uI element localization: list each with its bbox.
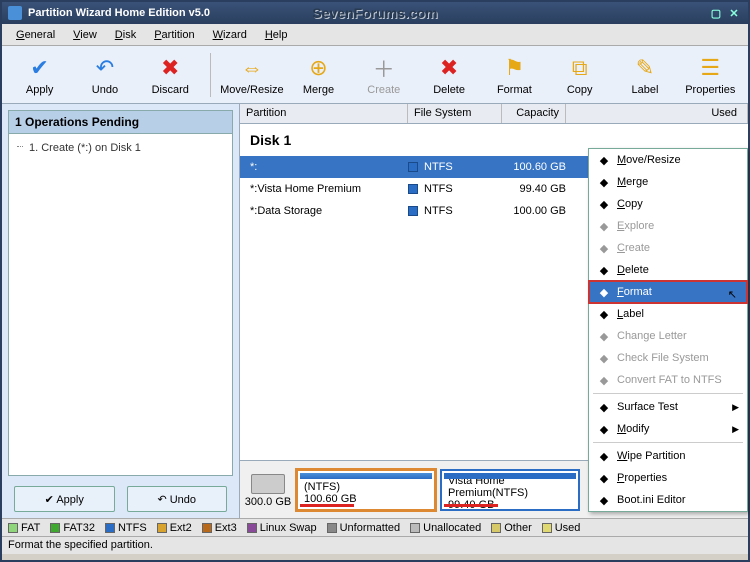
toolbar: ✔Apply↶Undo✖Discard ⇔Move/Resize⊕Merge＋Cr… (2, 46, 748, 104)
tool-apply[interactable]: ✔Apply (10, 52, 69, 98)
disk-icon: 300.0 GB (244, 472, 292, 508)
col-partition[interactable]: Partition (240, 104, 408, 123)
col-filesystem[interactable]: File System (408, 104, 502, 123)
menu-view[interactable]: View (65, 27, 105, 43)
tool-label[interactable]: ✎Label (615, 52, 674, 98)
context-menu: ◆Move/Resize◆Merge◆Copy◆Explore◆Create◆D… (588, 148, 748, 512)
ctx-copy[interactable]: ◆Copy (589, 193, 747, 215)
legend-ext: Ext2 (157, 522, 192, 534)
close-button[interactable]: ✕ (726, 7, 742, 20)
menubar: GeneralViewDiskPartitionWizardHelp (2, 24, 748, 46)
legend-ntfs: NTFS (105, 522, 147, 534)
menu-help[interactable]: Help (257, 27, 296, 43)
tool-copy[interactable]: ⧉Copy (550, 52, 609, 98)
ctx-wipepartition[interactable]: ◆Wipe Partition (589, 445, 747, 467)
ctx-bootinieditor[interactable]: ◆Boot.ini Editor (589, 489, 747, 511)
apply-button[interactable]: ✔ Apply (14, 486, 115, 512)
operations-list: 1. Create (*:) on Disk 1 (8, 134, 233, 476)
watermark: SevenForums.com (312, 5, 437, 21)
ctx-changeletter: ◆Change Letter (589, 325, 747, 347)
legend-ext: Ext3 (202, 522, 237, 534)
menu-disk[interactable]: Disk (107, 27, 144, 43)
legend-unallocated: Unallocated (410, 522, 481, 534)
ctx-format[interactable]: ◆Format↖ (589, 281, 747, 303)
legend-other: Other (491, 522, 532, 534)
ctx-delete[interactable]: ◆Delete (589, 259, 747, 281)
ctx-moveresize[interactable]: ◆Move/Resize (589, 149, 747, 171)
ctx-convertfattontfs: ◆Convert FAT to NTFS (589, 369, 747, 391)
tool-merge[interactable]: ⊕Merge (289, 52, 348, 98)
legend-fat: FAT (8, 522, 40, 534)
tool-properties[interactable]: ☰Properties (681, 52, 740, 98)
ctx-label[interactable]: ◆Label (589, 303, 747, 325)
legend-unformatted: Unformatted (327, 522, 401, 534)
ctx-properties[interactable]: ◆Properties (589, 467, 747, 489)
menu-general[interactable]: General (8, 27, 63, 43)
col-capacity[interactable]: Capacity (502, 104, 566, 123)
ctx-merge[interactable]: ◆Merge (589, 171, 747, 193)
legend-linuxswap: Linux Swap (247, 522, 317, 534)
undo-button[interactable]: ↶ Undo (127, 486, 228, 512)
tool-discard[interactable]: ✖Discard (141, 52, 200, 98)
status-bar: Format the specified partition. (2, 536, 748, 554)
menu-wizard[interactable]: Wizard (205, 27, 255, 43)
ctx-surfacetest[interactable]: ◆Surface Test▶ (589, 396, 747, 418)
tool-create: ＋Create (354, 52, 413, 98)
ctx-explore: ◆Explore (589, 215, 747, 237)
column-headers: Partition File System Capacity Used (240, 104, 748, 124)
ctx-checkfilesystem: ◆Check File System (589, 347, 747, 369)
titlebar: Partition Wizard Home Edition v5.0 Seven… (2, 2, 748, 24)
content-pane: Partition File System Capacity Used Disk… (240, 104, 748, 518)
tool-delete[interactable]: ✖Delete (419, 52, 478, 98)
window-title: Partition Wizard Home Edition v5.0 (28, 7, 210, 19)
diskmap-segment[interactable]: (NTFS)100.60 GB (296, 469, 436, 511)
legend: FAT FAT32 NTFS Ext2 Ext3 Linux Swap Unformatte… (2, 518, 748, 536)
legend-fat: FAT32 (50, 522, 95, 534)
menu-partition[interactable]: Partition (146, 27, 202, 43)
ctx-create: ◆Create (589, 237, 747, 259)
pending-operation[interactable]: 1. Create (*:) on Disk 1 (15, 140, 226, 156)
tool-moveresize[interactable]: ⇔Move/Resize (221, 52, 283, 98)
sidebar: 1 Operations Pending 1. Create (*:) on D… (2, 104, 240, 518)
app-icon (8, 6, 22, 20)
minimize-button[interactable]: ▢ (708, 7, 724, 20)
diskmap-segment[interactable]: Vista Home Premium(NTFS)99.40 GB (440, 469, 580, 511)
tool-undo[interactable]: ↶Undo (75, 52, 134, 98)
tool-format[interactable]: ⚑Format (485, 52, 544, 98)
legend-used: Used (542, 522, 581, 534)
ctx-modify[interactable]: ◆Modify▶ (589, 418, 747, 440)
col-used[interactable]: Used (566, 104, 748, 123)
operations-header: 1 Operations Pending (8, 110, 233, 134)
